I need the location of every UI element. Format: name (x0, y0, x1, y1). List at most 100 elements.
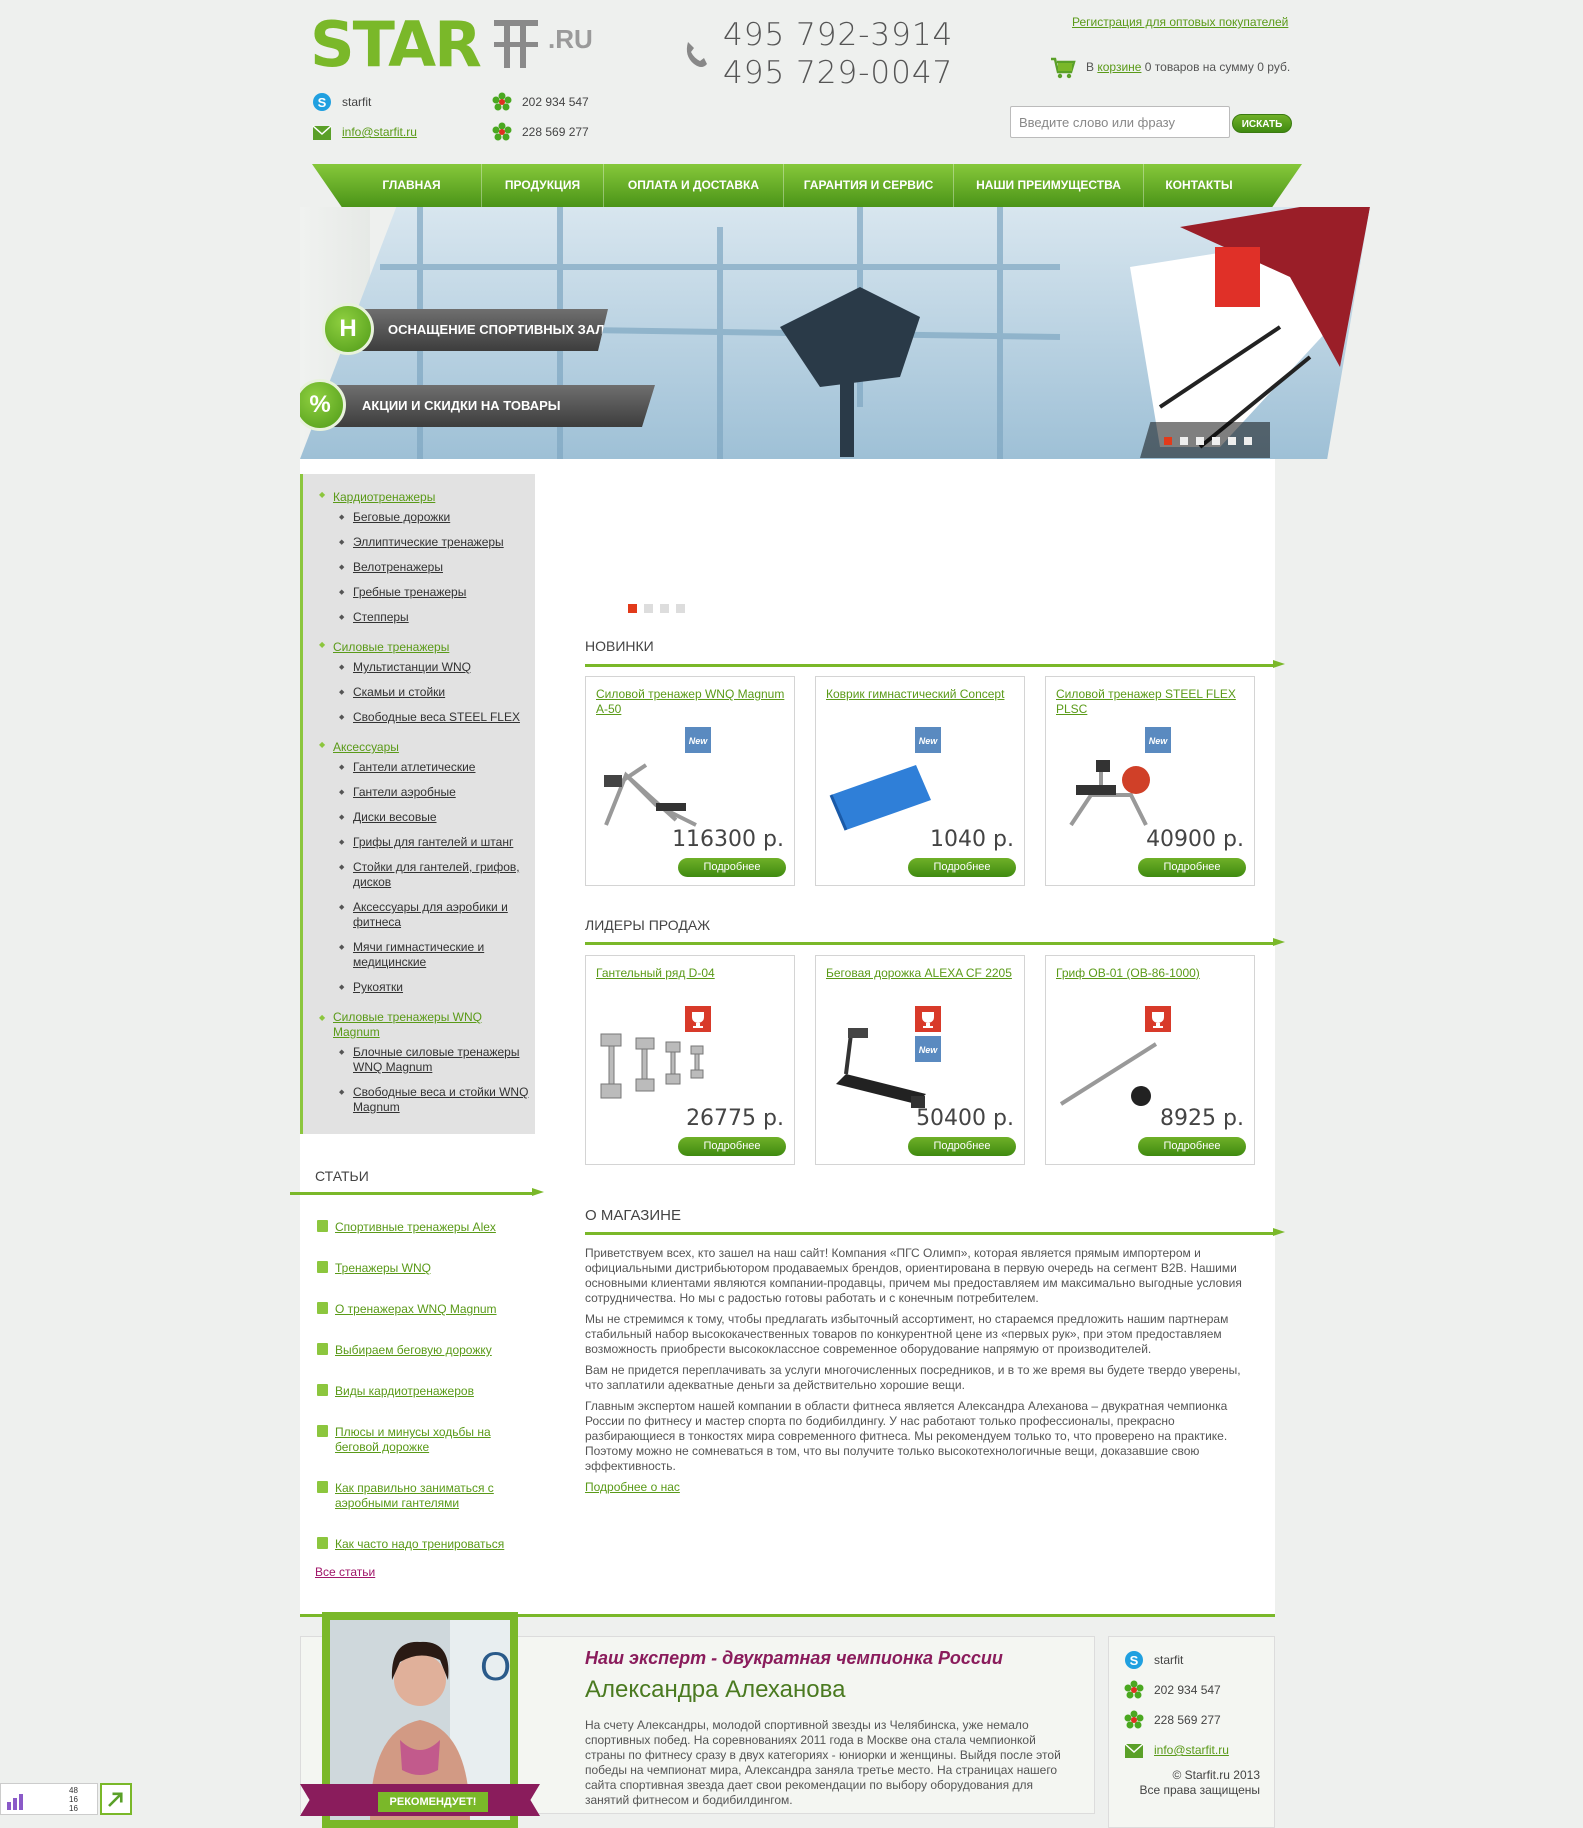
details-button[interactable]: Подробнее (678, 1137, 786, 1156)
details-button[interactable]: Подробнее (1138, 858, 1246, 877)
email-contact: info@starfit.ru (312, 122, 472, 144)
tag-gym-equipment[interactable]: ОСНАЩЕНИЕ СПОРТИВНЫХ ЗАЛОВ (358, 309, 608, 351)
counter-chart-icon (7, 1794, 23, 1810)
details-button[interactable]: Подробнее (908, 858, 1016, 877)
tag-sales-discounts[interactable]: АКЦИИ И СКИДКИ НА ТОВАРЫ (330, 385, 655, 427)
catalog-item[interactable]: Гантели атлетические (339, 760, 533, 775)
product-title[interactable]: Коврик гимнастический Concept (826, 687, 1016, 702)
nav-payment-delivery[interactable]: ОПЛАТА И ДОСТАВКА (604, 164, 784, 207)
pager-dot[interactable] (644, 604, 653, 613)
phone-2[interactable]: 495 729-0047 (723, 54, 953, 92)
external-link-icon[interactable] (100, 1783, 132, 1815)
expert-name: Александра Алеханова (585, 1676, 846, 1703)
icq-flower-icon (1124, 1710, 1144, 1729)
search-input[interactable]: Введите слово или фразу (1010, 106, 1230, 138)
catalog-item[interactable]: Стойки для гантелей, грифов, дисков (339, 860, 533, 890)
nav-advantages[interactable]: НАШИ ПРЕИМУЩЕСТВА (954, 164, 1144, 207)
product-title[interactable]: Гриф OB-01 (OB-86-1000) (1056, 966, 1246, 981)
article-link[interactable]: Плюсы и минусы ходьбы на беговой дорожке (317, 1425, 525, 1455)
catalog-strength[interactable]: Силовые тренажеры (319, 640, 449, 654)
product-image[interactable] (826, 745, 936, 835)
product-image[interactable] (596, 745, 706, 835)
pager-dot[interactable] (1244, 437, 1252, 445)
catalog-item[interactable]: Степперы (339, 610, 533, 625)
product-image[interactable] (596, 1024, 706, 1114)
catalog-cardio[interactable]: Кардиотренажеры (319, 490, 435, 504)
article-link[interactable]: Спортивные тренажеры Alex (317, 1220, 525, 1235)
email-link[interactable]: info@starfit.ru (1154, 1742, 1229, 1758)
product-title[interactable]: Гантельный ряд D-04 (596, 966, 786, 981)
pager-dot[interactable] (660, 604, 669, 613)
catalog-item[interactable]: Рукоятки (339, 980, 533, 995)
cart-icon[interactable] (1050, 56, 1076, 80)
pager-dot[interactable] (1180, 437, 1188, 445)
nav-home[interactable]: ГЛАВНАЯ (312, 164, 482, 207)
skype-name: starfit (1154, 1653, 1184, 1667)
site-logo[interactable]: STAR .RU (310, 14, 610, 76)
nav-warranty-service[interactable]: ГАРАНТИЯ И СЕРВИС (784, 164, 954, 207)
phone-numbers: 495 792-3914 495 729-0047 (723, 16, 953, 92)
about-more-link[interactable]: Подробнее о нас (585, 1480, 680, 1494)
catalog-wnq-magnum[interactable]: Силовые тренажеры WNQ Magnum (319, 1010, 503, 1040)
phone-1[interactable]: 495 792-3914 (723, 16, 953, 54)
svg-text:S: S (1130, 1653, 1139, 1668)
catalog-item[interactable]: Эллиптические тренажеры (339, 535, 533, 550)
icq-contact-1: 202 934 547 (492, 92, 632, 114)
product-image[interactable] (1056, 1024, 1166, 1114)
pager-dot[interactable] (1212, 437, 1220, 445)
details-button[interactable]: Подробнее (908, 1137, 1016, 1156)
email-link[interactable]: info@starfit.ru (342, 124, 417, 140)
catalog-item[interactable]: Мячи гимнастические и медицинские (339, 940, 533, 970)
svg-text:New: New (919, 736, 939, 746)
about-text: Приветствуем всех, кто зашел на наш сайт… (585, 1246, 1255, 1495)
product-card: Силовой тренажер STEEL FLEX PLSC New 409… (1045, 676, 1255, 886)
catalog-item[interactable]: Гребные тренажеры (339, 585, 533, 600)
catalog-item[interactable]: Грифы для гантелей и штанг (339, 835, 533, 850)
all-articles-link[interactable]: Все статьи (315, 1565, 375, 1579)
icq-number-2: 228 569 277 (1154, 1713, 1221, 1727)
counter-value: 48 (69, 1786, 78, 1795)
product-title[interactable]: Силовой тренажер STEEL FLEX PLSC (1056, 687, 1246, 717)
product-title[interactable]: Беговая дорожка ALEXA CF 2205 (826, 966, 1016, 981)
catalog-item[interactable]: Велотренажеры (339, 560, 533, 575)
article-link[interactable]: Выбираем беговую дорожку (317, 1343, 525, 1358)
catalog-item[interactable]: Свободные веса STEEL FLEX (339, 710, 533, 725)
details-button[interactable]: Подробнее (1138, 1137, 1246, 1156)
catalog-item[interactable]: Беговые дорожки (339, 510, 533, 525)
cart-link[interactable]: корзине (1097, 60, 1141, 74)
pager-dot[interactable] (1196, 437, 1204, 445)
search-button[interactable]: ИСКАТЬ (1232, 114, 1292, 133)
nav-contacts[interactable]: КОНТАКТЫ (1144, 164, 1254, 207)
details-button[interactable]: Подробнее (678, 858, 786, 877)
pager-dot[interactable] (1228, 437, 1236, 445)
catalog-item[interactable]: Мультистанции WNQ (339, 660, 533, 675)
catalog-item[interactable]: Блочные силовые тренажеры WNQ Magnum (339, 1045, 533, 1075)
catalog-item[interactable]: Аксессуары для аэробики и фитнеса (339, 900, 533, 930)
catalog-item[interactable]: Диски весовые (339, 810, 533, 825)
pager-dot[interactable] (676, 604, 685, 613)
catalog-item[interactable]: Скамьи и стойки (339, 685, 533, 700)
wholesale-registration-link[interactable]: Регистрация для оптовых покупателей (1072, 15, 1288, 29)
svg-text:New: New (1149, 736, 1169, 746)
catalog-item[interactable]: Свободные веса и стойки WNQ Magnum (339, 1085, 533, 1115)
visitor-counter[interactable]: 48 16 16 (0, 1783, 98, 1815)
product-title[interactable]: Силовой тренажер WNQ Magnum A-50 (596, 687, 786, 717)
article-link[interactable]: Тренажеры WNQ (317, 1261, 525, 1276)
about-paragraph: Мы не стремимся к тому, чтобы предлагать… (585, 1312, 1229, 1356)
article-link[interactable]: Как правильно заниматься с аэробными ган… (317, 1481, 525, 1511)
product-price: 116300 р. (672, 827, 784, 852)
catalog-accessories[interactable]: Аксессуары (319, 740, 399, 754)
footer-email: info@starfit.ru (1124, 1740, 1264, 1762)
pager-dot-active[interactable] (628, 604, 637, 613)
article-link[interactable]: О тренажерах WNQ Magnum (317, 1302, 525, 1317)
product-image[interactable] (1056, 745, 1166, 835)
article-link[interactable]: Виды кардиотренажеров (317, 1384, 525, 1399)
icq-flower-icon (492, 122, 512, 141)
nav-products[interactable]: ПРОДУКЦИЯ (482, 164, 604, 207)
svg-text:New: New (689, 736, 709, 746)
product-price: 8925 р. (1160, 1106, 1244, 1131)
article-link[interactable]: Как часто надо тренироваться (317, 1537, 525, 1552)
pager-dot-active[interactable] (1164, 437, 1172, 445)
catalog-item[interactable]: Гантели аэробные (339, 785, 533, 800)
new-badge-icon: New (1145, 727, 1171, 753)
